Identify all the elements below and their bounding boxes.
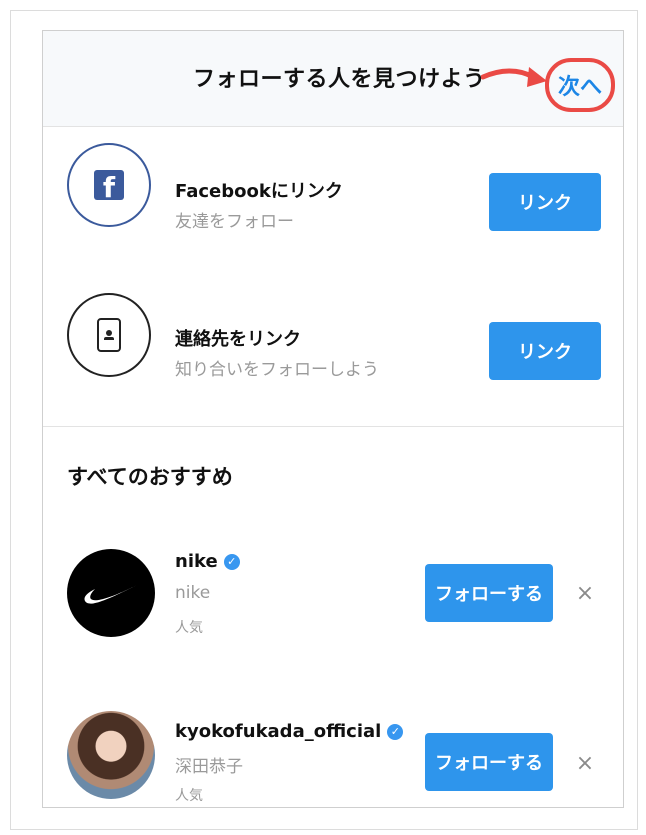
suggested-username[interactable]: nike ✓ — [175, 551, 240, 572]
contacts-link-subtitle: 知り合いをフォローしよう — [175, 360, 379, 380]
annotation-arrow-icon — [481, 67, 547, 87]
facebook-link-button[interactable]: リンク — [489, 173, 601, 231]
find-people-screen: フォローする人を見つけよう 次へ f Facebookにリンク 友達をフォロー … — [42, 30, 624, 808]
facebook-link-title: Facebookにリンク — [175, 181, 343, 202]
username-text[interactable]: nike — [175, 551, 218, 572]
suggested-display-name: 深田恭子 — [175, 757, 243, 777]
section-divider — [43, 426, 623, 427]
facebook-icon: f — [94, 170, 124, 200]
contacts-link-button[interactable]: リンク — [489, 322, 601, 380]
contact-card-icon — [97, 318, 121, 352]
page-title: フォローする人を見つけよう — [193, 67, 486, 92]
verified-badge-icon: ✓ — [387, 723, 404, 740]
suggestion-reason: 人気 — [175, 788, 203, 804]
close-icon[interactable]: × — [573, 581, 597, 606]
facebook-link-subtitle: 友達をフォロー — [175, 212, 294, 232]
avatar[interactable] — [67, 711, 155, 799]
nike-swoosh-icon — [84, 585, 137, 604]
avatar[interactable] — [67, 549, 155, 637]
suggestion-reason: 人気 — [175, 620, 203, 636]
suggested-username[interactable]: kyokofukada_official ✓ — [175, 721, 404, 742]
verified-badge-icon: ✓ — [223, 553, 240, 570]
contacts-icon-circle — [67, 293, 151, 377]
contacts-link-title: 連絡先をリンク — [175, 329, 301, 350]
close-icon[interactable]: × — [573, 751, 597, 776]
follow-button[interactable]: フォローする — [425, 733, 553, 791]
facebook-icon-circle: f — [67, 143, 151, 227]
suggested-display-name: nike — [175, 583, 211, 603]
follow-button[interactable]: フォローする — [425, 564, 553, 622]
username-text[interactable]: kyokofukada_official — [175, 721, 381, 742]
suggestions-section-title: すべてのおすすめ — [67, 465, 233, 489]
next-button[interactable]: 次へ — [545, 58, 615, 112]
header-bar: フォローする人を見つけよう 次へ — [43, 31, 623, 127]
